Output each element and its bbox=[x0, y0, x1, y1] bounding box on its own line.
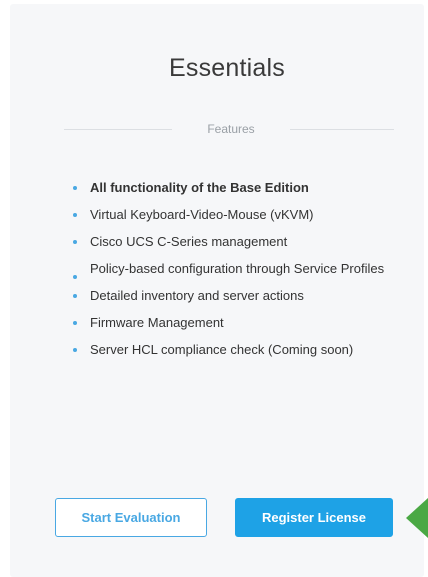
feature-item: Detailed inventory and server actions bbox=[72, 288, 422, 304]
bullet-dot-icon bbox=[73, 348, 77, 352]
start-evaluation-button[interactable]: Start Evaluation bbox=[55, 498, 207, 537]
feature-item: Policy-based configuration through Servi… bbox=[72, 261, 422, 279]
feature-text: Policy-based configuration through Servi… bbox=[90, 261, 385, 276]
register-license-button[interactable]: Register License bbox=[235, 498, 393, 537]
feature-text: Cisco UCS C-Series management bbox=[90, 234, 288, 249]
features-section-label: Features bbox=[207, 122, 255, 136]
features-divider: Features bbox=[64, 120, 394, 140]
divider-line-left bbox=[64, 129, 172, 130]
feature-item: Virtual Keyboard-Video-Mouse (vKVM) bbox=[72, 207, 422, 223]
feature-list: All functionality of the Base Edition Vi… bbox=[72, 180, 422, 369]
plan-title: Essentials bbox=[169, 54, 285, 82]
divider-line-right bbox=[290, 129, 394, 130]
feature-item: Server HCL compliance check (Coming soon… bbox=[72, 342, 422, 358]
bullet-dot-icon bbox=[73, 240, 77, 244]
page: Essentials Features All functionality of… bbox=[0, 0, 428, 577]
arrow-left-icon bbox=[406, 498, 428, 538]
feature-text: Firmware Management bbox=[90, 315, 224, 330]
feature-item: All functionality of the Base Edition bbox=[72, 180, 422, 196]
bullet-dot-icon bbox=[73, 294, 77, 298]
essentials-plan-card: Essentials Features All functionality of… bbox=[10, 4, 424, 577]
bullet-dot-icon bbox=[73, 213, 77, 217]
feature-text: Detailed inventory and server actions bbox=[90, 288, 304, 303]
bullet-dot-icon bbox=[73, 186, 77, 190]
feature-text: All functionality of the Base Edition bbox=[90, 180, 309, 195]
feature-text: Server HCL compliance check (Coming soon… bbox=[90, 342, 354, 357]
feature-item: Cisco UCS C-Series management bbox=[72, 234, 422, 250]
bullet-dot-icon bbox=[73, 321, 77, 325]
feature-item: Firmware Management bbox=[72, 315, 422, 331]
feature-text: Virtual Keyboard-Video-Mouse (vKVM) bbox=[90, 207, 314, 222]
bullet-dot-icon bbox=[73, 275, 77, 279]
